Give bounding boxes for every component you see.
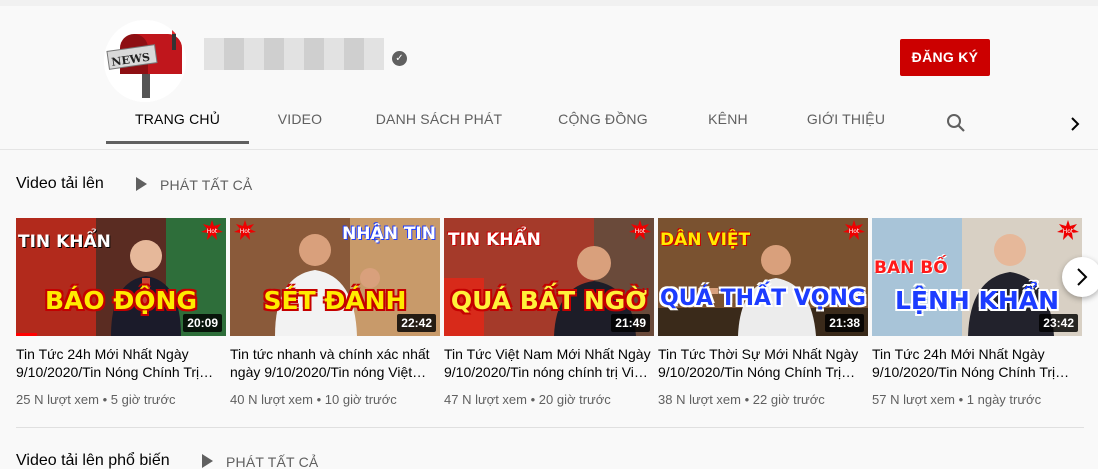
hot-badge-icon: Hot	[629, 220, 651, 240]
video-card[interactable]: TIN KHẨN QUÁ BẤT NGỜ Hot 21:49 Tin Tức V…	[444, 218, 654, 407]
play-icon[interactable]	[202, 454, 213, 468]
video-meta: 57 N lượt xem • 1 ngày trước	[872, 392, 1042, 407]
video-upload-time: 20 giờ trước	[538, 392, 611, 407]
video-card[interactable]: TIN KHẨN BÁO ĐỘNG Hot 20:09 Tin Tức 24h …	[16, 218, 226, 407]
video-meta: 25 N lượt xem • 5 giờ trước	[16, 392, 176, 407]
video-meta: 38 N lượt xem • 22 giờ trước	[658, 392, 825, 407]
video-thumbnail[interactable]: TIN KHẨN QUÁ BẤT NGỜ Hot 21:49	[444, 218, 654, 336]
video-title[interactable]: Tin Tức Thời Sự Mới Nhất Ngày 9/10/2020/…	[658, 345, 868, 381]
watch-progress-bar	[16, 333, 37, 336]
video-title[interactable]: Tin tức nhanh và chính xác nhất ngày 9/1…	[230, 345, 440, 381]
svg-text:Hot: Hot	[207, 228, 218, 235]
channel-avatar[interactable]: NEWS	[104, 20, 186, 102]
video-title[interactable]: Tin Tức 24h Mới Nhất Ngày 9/10/2020/Tin …	[16, 345, 226, 381]
play-icon[interactable]	[136, 177, 147, 191]
thumbnail-caption-big: QUÁ BẤT NGỜ	[450, 286, 648, 315]
thumbnail-caption-big: SÉT ĐÁNH	[263, 286, 407, 315]
video-upload-time: 22 giờ trước	[752, 392, 825, 407]
video-thumbnail[interactable]: BAN BỐ LỆNH KHẨN Hot 23:42	[872, 218, 1082, 336]
hot-badge-icon: Hot	[234, 220, 256, 240]
svg-text:Hot: Hot	[1063, 228, 1074, 235]
video-meta: 47 N lượt xem • 20 giờ trước	[444, 392, 611, 407]
shelf-title-uploads: Video tải lên	[16, 175, 104, 192]
play-all-button[interactable]: PHÁT TẤT CẢ	[226, 454, 318, 469]
search-icon[interactable]	[946, 113, 966, 133]
video-card[interactable]: NHẬN TIN SÉT ĐÁNH Hot 22:42 Tin tức nhan…	[230, 218, 440, 407]
thumbnail-caption-top: TIN KHẨN	[448, 230, 541, 250]
video-thumbnail[interactable]: TIN KHẨN BÁO ĐỘNG Hot 20:09	[16, 218, 226, 336]
video-thumbnail[interactable]: DÂN VIỆT QUÁ THẤT VỌNG Hot 21:38	[658, 218, 868, 336]
tab-community[interactable]: CỘNG ĐỒNG	[558, 96, 648, 144]
video-views: 38 N lượt xem	[658, 392, 741, 407]
chevron-right-icon	[1077, 268, 1088, 286]
thumbnail-caption-big: BÁO ĐỘNG	[44, 286, 197, 315]
video-title[interactable]: Tin Tức 24h Mới Nhất Ngày 9/10/2020/Tin …	[872, 345, 1082, 381]
thumbnail-caption-top: TIN KHẨN	[18, 232, 111, 252]
mailbox-logo-icon: NEWS	[104, 20, 186, 102]
svg-text:Hot: Hot	[849, 228, 860, 235]
tab-playlists[interactable]: DANH SÁCH PHÁT	[374, 96, 504, 144]
tab-about[interactable]: GIỚI THIỆU	[806, 96, 886, 144]
thumbnail-caption-top: NHẬN TIN	[342, 224, 436, 244]
video-card[interactable]: BAN BỐ LỆNH KHẨN Hot 23:42 Tin Tức 24h M…	[872, 218, 1082, 407]
hot-badge-icon: Hot	[843, 220, 865, 240]
shelf-title-popular: Video tải lên phổ biến	[16, 452, 170, 469]
video-views: 25 N lượt xem	[16, 392, 99, 407]
video-views: 40 N lượt xem	[230, 392, 313, 407]
video-meta: 40 N lượt xem • 10 giờ trước	[230, 392, 397, 407]
subscribe-button[interactable]: ĐĂNG KÝ	[900, 39, 990, 76]
video-views: 47 N lượt xem	[444, 392, 527, 407]
thumbnail-caption-big: LỆNH KHẨN	[894, 286, 1060, 315]
video-upload-time: 1 ngày trước	[966, 392, 1042, 407]
video-upload-time: 10 giờ trước	[324, 392, 397, 407]
verified-check-icon: ✓	[392, 51, 407, 66]
video-upload-time: 5 giờ trước	[110, 392, 176, 407]
shelf-divider	[16, 427, 1084, 428]
svg-text:Hot: Hot	[240, 228, 251, 235]
play-all-button[interactable]: PHÁT TẤT CẢ	[160, 177, 252, 193]
thumbnail-caption-top: BAN BỐ	[874, 258, 948, 278]
hot-badge-icon: Hot	[1057, 220, 1079, 240]
hot-badge-icon: Hot	[201, 220, 223, 240]
channel-name-blurred	[204, 38, 384, 70]
chevron-right-icon[interactable]	[1066, 114, 1084, 134]
svg-text:Hot: Hot	[635, 228, 646, 235]
tab-channels[interactable]: KÊNH	[702, 96, 754, 144]
thumbnail-caption-top: DÂN VIỆT	[660, 230, 751, 250]
carousel-next-button[interactable]	[1062, 257, 1098, 297]
tab-home[interactable]: TRANG CHỦ	[106, 96, 249, 144]
video-duration: 22:42	[397, 314, 436, 332]
video-title[interactable]: Tin Tức Việt Nam Mới Nhất Ngày 9/10/2020…	[444, 345, 654, 381]
video-thumbnail[interactable]: NHẬN TIN SÉT ĐÁNH Hot 22:42	[230, 218, 440, 336]
video-card[interactable]: DÂN VIỆT QUÁ THẤT VỌNG Hot 21:38 Tin Tức…	[658, 218, 868, 407]
tab-videos[interactable]: VIDEO	[266, 96, 334, 144]
video-duration: 21:38	[825, 314, 864, 332]
video-duration: 21:49	[611, 314, 650, 332]
video-duration: 20:09	[183, 314, 222, 332]
video-duration: 23:42	[1039, 314, 1078, 332]
video-views: 57 N lượt xem	[872, 392, 955, 407]
thumbnail-caption-big: QUÁ THẤT VỌNG	[660, 286, 866, 311]
